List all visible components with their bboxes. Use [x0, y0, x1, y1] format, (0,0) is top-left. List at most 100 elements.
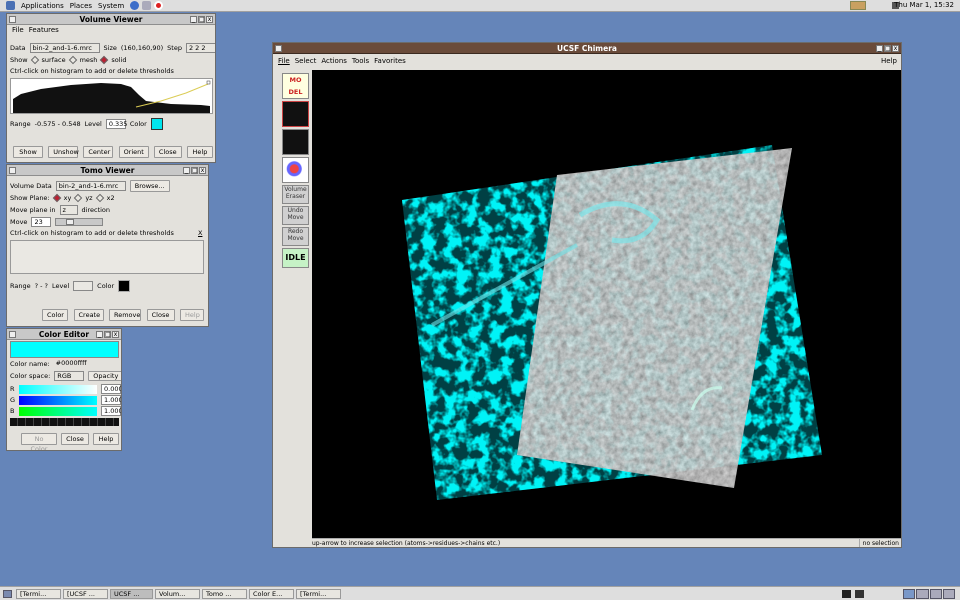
close-icon[interactable]: x: [892, 45, 899, 52]
color-editor-titlebar[interactable]: Color Editor _ □ x: [7, 329, 121, 340]
workspace-switcher[interactable]: [903, 589, 955, 599]
taskbar-item[interactable]: [Termi...: [16, 589, 61, 599]
g-input[interactable]: 1.000: [101, 395, 121, 405]
no-color-button[interactable]: No Color: [21, 433, 57, 450]
menu-file[interactable]: File: [12, 26, 24, 34]
gnome-foot-icon[interactable]: [6, 1, 15, 10]
close-button[interactable]: Close: [153, 146, 182, 158]
color-swatch[interactable]: [118, 280, 131, 292]
window-menu-icon[interactable]: [9, 16, 16, 23]
close-icon[interactable]: x: [199, 167, 206, 174]
taskbar-item[interactable]: [Termi...: [296, 589, 341, 599]
taskbar-item[interactable]: Tomo ...: [202, 589, 247, 599]
unshow-button[interactable]: Unshow: [48, 146, 79, 158]
move-plane-select[interactable]: z: [59, 205, 78, 215]
help-button[interactable]: Help: [180, 309, 204, 321]
maximize-icon[interactable]: □: [884, 45, 891, 52]
taskbar-item[interactable]: Volum...: [155, 589, 200, 599]
plane-yz-radio[interactable]: [74, 193, 83, 203]
show-desktop-icon[interactable]: [3, 590, 12, 598]
color-swatch-row[interactable]: [10, 418, 119, 426]
step-select[interactable]: 2 2 2: [185, 43, 215, 53]
taskbar-item-active[interactable]: UCSF ...: [110, 589, 153, 599]
orient-button[interactable]: Orient: [118, 146, 149, 158]
move-input[interactable]: 23: [31, 217, 52, 227]
menu-system[interactable]: System: [98, 2, 124, 10]
volume-data-select[interactable]: bin-2_and-1-6.mrc: [55, 181, 126, 191]
chimera-titlebar[interactable]: UCSF Chimera _ □ x: [273, 43, 901, 54]
browse-button[interactable]: Browse...: [129, 180, 170, 192]
minimize-icon[interactable]: _: [876, 45, 883, 52]
close-icon[interactable]: x: [112, 331, 119, 338]
volume-viewer-titlebar[interactable]: Volume Viewer _ □ x: [7, 14, 215, 25]
color-space-select[interactable]: RGB: [54, 371, 85, 381]
plane-xy-radio[interactable]: [52, 193, 61, 203]
color-editor-tool-icon[interactable]: [282, 157, 309, 183]
clock[interactable]: Thu Mar 1, 15:32: [894, 1, 954, 9]
menu-features[interactable]: Features: [29, 26, 59, 34]
browser-icon[interactable]: [130, 1, 140, 10]
histogram[interactable]: [10, 78, 213, 114]
show-button[interactable]: Show: [13, 146, 43, 158]
menu-file[interactable]: File: [278, 57, 290, 65]
menu-favorites[interactable]: Favorites: [374, 57, 406, 65]
menu-tools[interactable]: Tools: [352, 57, 369, 65]
window-menu-icon[interactable]: [9, 331, 16, 338]
opacity-toggle[interactable]: Opacity: [88, 371, 121, 381]
menu-help[interactable]: Help: [881, 57, 897, 65]
data-select[interactable]: bin-2_and-1-6.mrc: [29, 43, 100, 53]
hint-close-button[interactable]: X: [198, 229, 202, 237]
r-slider[interactable]: [19, 384, 97, 394]
terminal-tray-icon[interactable]: [842, 590, 851, 598]
window-menu-icon[interactable]: [275, 45, 282, 52]
close-icon[interactable]: x: [206, 16, 213, 23]
menu-select[interactable]: Select: [295, 57, 317, 65]
help-lifebuoy-icon[interactable]: [154, 1, 164, 10]
color-button[interactable]: Color: [42, 309, 68, 321]
network-icon[interactable]: [850, 1, 866, 10]
maximize-icon[interactable]: □: [104, 331, 111, 338]
mail-icon[interactable]: [142, 1, 152, 10]
mesh-radio[interactable]: [68, 55, 77, 65]
surface-radio[interactable]: [30, 55, 39, 65]
menu-actions[interactable]: Actions: [321, 57, 347, 65]
g-slider[interactable]: [19, 395, 97, 405]
minimize-icon[interactable]: _: [190, 16, 197, 23]
level-input[interactable]: 0.335: [105, 119, 127, 129]
undo-move-button[interactable]: Undo Move: [282, 206, 309, 225]
solid-radio[interactable]: [100, 55, 109, 65]
volume-eraser-button[interactable]: Volume Eraser: [282, 185, 309, 204]
taskbar-item[interactable]: [UCSF ...: [63, 589, 108, 599]
window-menu-icon[interactable]: [9, 167, 16, 174]
color-swatch[interactable]: [150, 118, 163, 130]
close-button[interactable]: Close: [146, 309, 175, 321]
close-button[interactable]: Close: [61, 433, 89, 445]
redo-move-button[interactable]: Redo Move: [282, 227, 309, 246]
histogram[interactable]: [10, 240, 204, 274]
center-button[interactable]: Center: [83, 146, 114, 158]
b-input[interactable]: 1.000: [101, 406, 121, 416]
menu-places[interactable]: Places: [70, 2, 92, 10]
taskbar-item[interactable]: Color E...: [249, 589, 294, 599]
plane-x2-radio[interactable]: [95, 193, 104, 203]
maximize-icon[interactable]: □: [191, 167, 198, 174]
help-button[interactable]: Help: [186, 146, 213, 158]
create-button[interactable]: Create: [73, 309, 104, 321]
model-panel-icon[interactable]: MO DEL: [282, 73, 309, 99]
graphics-viewport[interactable]: [312, 70, 901, 538]
r-input[interactable]: 0.000: [101, 384, 121, 394]
maximize-icon[interactable]: □: [198, 16, 205, 23]
menu-applications[interactable]: Applications: [21, 2, 64, 10]
move-slider[interactable]: [55, 218, 104, 226]
color-name-input[interactable]: #0000ffff: [54, 359, 88, 369]
minimize-icon[interactable]: _: [183, 167, 190, 174]
b-slider[interactable]: [19, 406, 97, 416]
minimize-icon[interactable]: _: [96, 331, 103, 338]
help-button[interactable]: Help: [93, 433, 119, 445]
slider-thumb[interactable]: [66, 219, 75, 225]
tomo-viewer-titlebar[interactable]: Tomo Viewer _ □ x: [7, 165, 208, 176]
level-input[interactable]: [73, 281, 94, 291]
chimera-tray-icon[interactable]: [855, 590, 864, 598]
volume-viewer-tool-icon[interactable]: [282, 101, 309, 127]
remove-button[interactable]: Remove: [109, 309, 141, 321]
